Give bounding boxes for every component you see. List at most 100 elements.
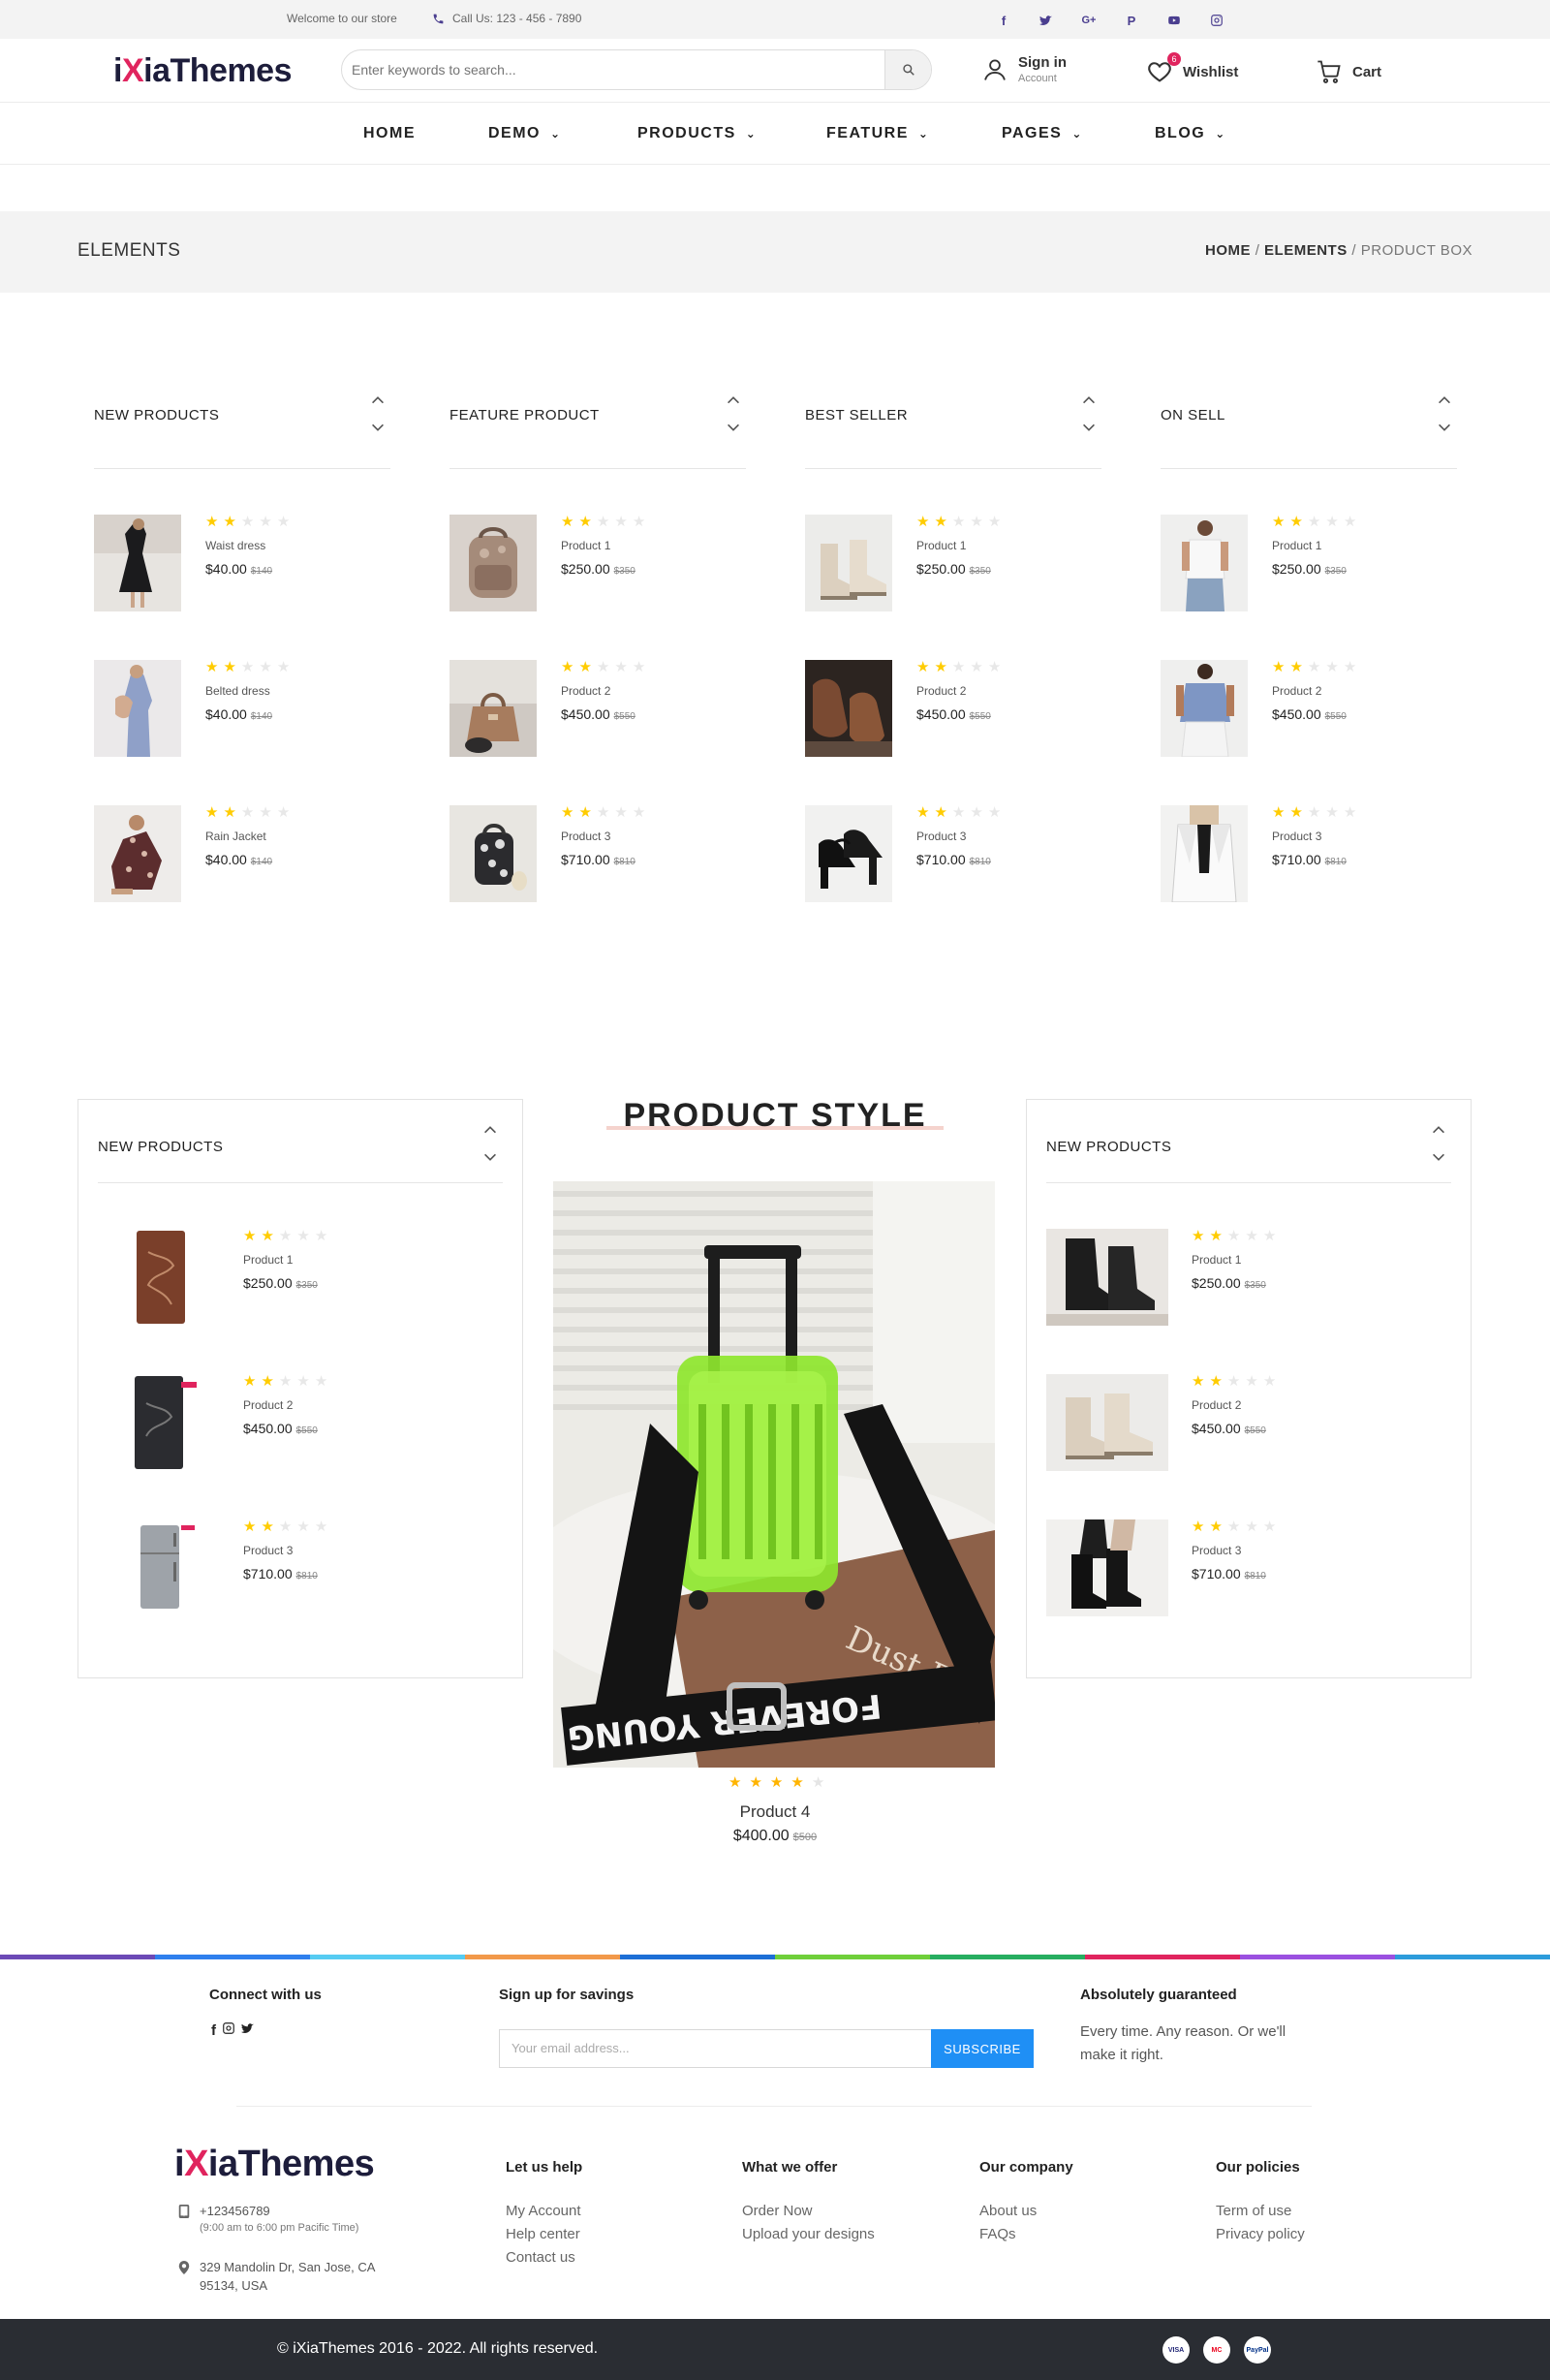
chevron-down-icon[interactable]: [1080, 419, 1098, 436]
subscribe-button[interactable]: SUBSCRIBE: [931, 2029, 1034, 2068]
product-name[interactable]: Product 1: [243, 1253, 327, 1267]
chevron-down-icon[interactable]: [481, 1148, 499, 1166]
product-item[interactable]: ★ ★ ★ ★ ★ Product 1 $250.00 $350: [1046, 1229, 1471, 1374]
product-name[interactable]: Product 3: [1272, 830, 1356, 843]
footer-link[interactable]: Order Now: [742, 2200, 875, 2223]
youtube-icon[interactable]: [1164, 11, 1184, 30]
google-plus-icon[interactable]: G+: [1079, 11, 1099, 30]
instagram-icon[interactable]: [1207, 11, 1226, 30]
footer-link[interactable]: Upload your designs: [742, 2223, 875, 2246]
product-image[interactable]: [94, 515, 181, 611]
chevron-down-icon[interactable]: [1436, 419, 1453, 436]
product-image[interactable]: [1046, 1519, 1168, 1616]
footer-link[interactable]: Term of use: [1216, 2200, 1305, 2223]
chevron-up-icon[interactable]: [369, 391, 387, 409]
product-item[interactable]: ★ ★ ★ ★ ★ Product 2 $450.00 $550: [1161, 660, 1457, 805]
product-item[interactable]: ★ ★ ★ ★ ★ Product 2 $450.00 $550: [1046, 1374, 1471, 1519]
product-image[interactable]: [94, 660, 181, 757]
pinterest-icon[interactable]: P: [1122, 11, 1141, 30]
product-name[interactable]: Product 3: [1192, 1544, 1276, 1557]
product-item[interactable]: ★ ★ ★ ★ ★ Product 3 $710.00 $810: [805, 805, 1101, 951]
chevron-up-icon[interactable]: [1436, 391, 1453, 409]
nav-item-home[interactable]: HOME: [363, 125, 416, 142]
product-image[interactable]: [1161, 805, 1248, 902]
product-image[interactable]: [450, 805, 537, 902]
featured-product-image[interactable]: Dust Bag FOREVER YOUNG: [553, 1181, 995, 1768]
product-name[interactable]: Product 1: [1192, 1253, 1276, 1267]
instagram-icon[interactable]: [222, 2021, 235, 2040]
footer-link[interactable]: Privacy policy: [1216, 2223, 1305, 2246]
product-image[interactable]: [94, 805, 181, 902]
chevron-down-icon[interactable]: [1430, 1148, 1447, 1166]
product-image[interactable]: [1046, 1229, 1168, 1326]
product-image[interactable]: [98, 1229, 220, 1326]
product-name[interactable]: Product 3: [561, 830, 645, 843]
product-item[interactable]: ★ ★ ★ ★ ★ Product 1 $250.00 $350: [450, 515, 746, 660]
twitter-icon[interactable]: [1037, 11, 1056, 30]
product-name[interactable]: Product 1: [1272, 539, 1356, 552]
chevron-down-icon[interactable]: [369, 419, 387, 436]
product-name[interactable]: Product 1: [916, 539, 1001, 552]
product-image[interactable]: [450, 660, 537, 757]
product-name[interactable]: Belted dress: [205, 684, 290, 698]
featured-product-name[interactable]: Product 4: [581, 1802, 969, 1822]
footer-logo[interactable]: iXiaThemes: [174, 2144, 375, 2185]
product-name[interactable]: Product 2: [243, 1398, 327, 1412]
breadcrumb-elements[interactable]: ELEMENTS: [1264, 242, 1348, 259]
product-image[interactable]: [1161, 660, 1248, 757]
nav-item-blog[interactable]: BLOG ⌄: [1155, 125, 1226, 142]
product-name[interactable]: Product 2: [1192, 1398, 1276, 1412]
chevron-up-icon[interactable]: [725, 391, 742, 409]
product-name[interactable]: Product 3: [916, 830, 1001, 843]
product-item[interactable]: ★ ★ ★ ★ ★ Product 1 $250.00 $350: [98, 1229, 522, 1374]
product-item[interactable]: ★ ★ ★ ★ ★ Product 3 $710.00 $810: [98, 1519, 522, 1665]
product-item[interactable]: ★ ★ ★ ★ ★ Belted dress $40.00 $140: [94, 660, 390, 805]
footer-link[interactable]: Contact us: [506, 2246, 581, 2270]
product-item[interactable]: ★ ★ ★ ★ ★ Rain Jacket $40.00 $140: [94, 805, 390, 951]
search-input[interactable]: [352, 50, 875, 89]
product-item[interactable]: ★ ★ ★ ★ ★ Product 2 $450.00 $550: [98, 1374, 522, 1519]
product-item[interactable]: ★ ★ ★ ★ ★ Product 2 $450.00 $550: [450, 660, 746, 805]
product-image[interactable]: [98, 1519, 220, 1616]
footer-link[interactable]: My Account: [506, 2200, 581, 2223]
nav-item-demo[interactable]: DEMO ⌄: [488, 125, 562, 142]
product-image[interactable]: [450, 515, 537, 611]
sign-in-link[interactable]: Sign in Account: [981, 54, 1067, 84]
nav-item-products[interactable]: PRODUCTS ⌄: [637, 125, 757, 142]
product-item[interactable]: ★ ★ ★ ★ ★ Product 3 $710.00 $810: [1161, 805, 1457, 951]
product-item[interactable]: ★ ★ ★ ★ ★ Product 3 $710.00 $810: [1046, 1519, 1471, 1665]
twitter-icon[interactable]: [241, 2021, 255, 2040]
search-button[interactable]: [884, 50, 931, 89]
chevron-up-icon[interactable]: [1430, 1121, 1447, 1139]
product-name[interactable]: Product 2: [561, 684, 645, 698]
product-image[interactable]: [805, 515, 892, 611]
chevron-up-icon[interactable]: [481, 1121, 499, 1139]
product-item[interactable]: ★ ★ ★ ★ ★ Waist dress $40.00 $140: [94, 515, 390, 660]
product-name[interactable]: Product 2: [1272, 684, 1356, 698]
product-name[interactable]: Product 3: [243, 1544, 327, 1557]
breadcrumb-home[interactable]: HOME: [1205, 242, 1251, 259]
product-name[interactable]: Rain Jacket: [205, 830, 290, 843]
product-image[interactable]: [805, 805, 892, 902]
product-image[interactable]: [805, 660, 892, 757]
nav-item-pages[interactable]: PAGES ⌄: [1002, 125, 1083, 142]
footer-link[interactable]: FAQs: [979, 2223, 1037, 2246]
nav-item-feature[interactable]: FEATURE ⌄: [826, 125, 929, 142]
chevron-down-icon[interactable]: [725, 419, 742, 436]
cart-link[interactable]: Cart: [1316, 58, 1381, 85]
chevron-up-icon[interactable]: [1080, 391, 1098, 409]
product-item[interactable]: ★ ★ ★ ★ ★ Product 2 $450.00 $550: [805, 660, 1101, 805]
product-image[interactable]: [1046, 1374, 1168, 1471]
site-logo[interactable]: iXiaThemes: [113, 52, 292, 90]
wishlist-link[interactable]: 6 Wishlist: [1146, 52, 1238, 85]
product-item[interactable]: ★ ★ ★ ★ ★ Product 1 $250.00 $350: [805, 515, 1101, 660]
footer-link[interactable]: Help center: [506, 2223, 581, 2246]
newsletter-email-input[interactable]: Your email address...: [499, 2029, 931, 2068]
product-item[interactable]: ★ ★ ★ ★ ★ Product 1 $250.00 $350: [1161, 515, 1457, 660]
product-name[interactable]: Waist dress: [205, 539, 290, 552]
facebook-icon[interactable]: f: [211, 2022, 216, 2039]
product-name[interactable]: Product 2: [916, 684, 1001, 698]
product-name[interactable]: Product 1: [561, 539, 645, 552]
facebook-icon[interactable]: f: [994, 11, 1013, 30]
footer-link[interactable]: About us: [979, 2200, 1037, 2223]
